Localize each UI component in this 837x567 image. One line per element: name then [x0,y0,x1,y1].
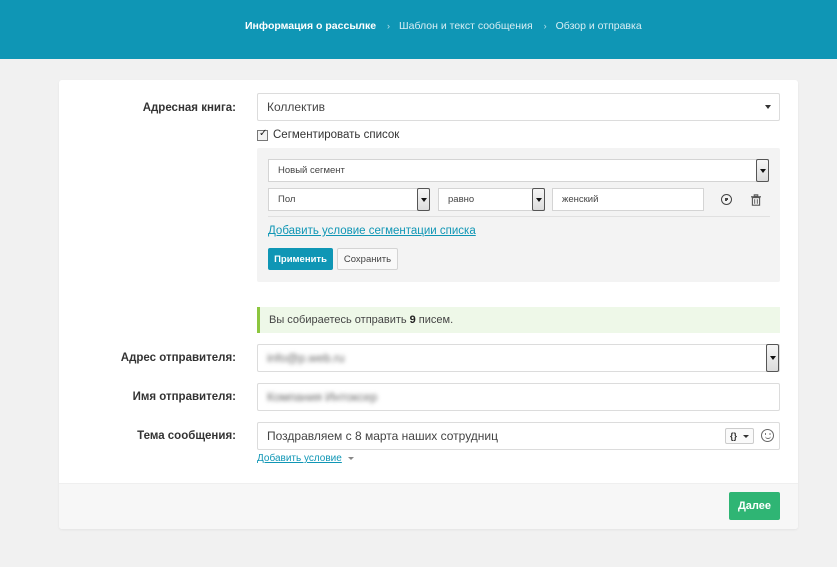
sender-address-label: Адрес отправителя: [120,352,236,364]
field-select[interactable]: Пол [268,188,430,211]
chevron-right-icon: › [387,21,391,31]
step-review-send[interactable]: Обзор и отправка [556,20,642,32]
subject-label: Тема сообщения: [137,430,236,442]
segment-list-label: Сегментировать список [273,129,400,141]
sender-name-input[interactable]: Компания Интоксер [257,383,780,411]
address-book-value: Коллектив [267,100,326,114]
next-button[interactable]: Далее [729,492,780,520]
segmentation-panel: Новый сегмент Пол равно женский Добавить… [257,148,780,282]
caret-down-icon[interactable] [766,344,779,372]
sender-address-value: info@p.web.ru [267,351,345,365]
field-select-value: Пол [278,194,296,205]
segment-divider [268,216,770,217]
sender-address-select[interactable]: info@p.web.ru [257,344,780,372]
top-bar: Информация о рассылке › Шаблон и текст с… [0,0,837,59]
recipients-count: 9 [409,314,416,326]
recipients-notice: Вы собираетесь отправить 9 писем. [257,307,780,333]
checkbox-icon[interactable] [257,128,268,141]
caret-down-icon [347,457,354,460]
subject-input[interactable]: Поздравляем с 8 марта наших сотрудниц {} [257,422,780,450]
segment-select-value: Новый сегмент [278,165,345,176]
operator-select[interactable]: равно [438,188,545,211]
notice-prefix: Вы собираетесь отправить [269,314,407,326]
segment-value-input[interactable]: женский [552,188,704,211]
add-condition-label: Добавить условие [257,453,342,464]
segment-list-toggle[interactable]: Сегментировать список [257,128,400,141]
caret-down-icon[interactable] [532,188,545,211]
step-mailing-info[interactable]: Информация о рассылке [245,20,376,32]
save-button[interactable]: Сохранить [337,248,398,270]
subject-value: Поздравляем с 8 марта наших сотрудниц [267,429,499,443]
caret-down-icon [743,435,749,438]
add-segment-condition-link[interactable]: Добавить условие сегментации списка [268,225,476,237]
apply-button[interactable]: Применить [268,248,333,270]
caret-down-icon [765,105,771,109]
notice-suffix: писем. [418,314,454,326]
add-condition-link[interactable]: Добавить условие [257,453,354,464]
plus-circle-icon[interactable] [721,194,732,205]
segment-select[interactable]: Новый сегмент [268,159,769,182]
wizard-steps: Информация о рассылке › Шаблон и текст с… [245,20,642,32]
variables-button[interactable]: {} [725,428,754,444]
variables-icon: {} [730,431,738,441]
operator-select-value: равно [448,194,475,205]
sender-name-label: Имя отправителя: [132,391,236,403]
caret-down-icon[interactable] [417,188,430,211]
step-template-text[interactable]: Шаблон и текст сообщения [399,20,533,32]
address-book-select[interactable]: Коллектив [257,93,780,121]
card-footer [59,483,798,529]
trash-icon[interactable] [750,194,762,206]
smile-icon[interactable] [761,429,774,442]
segment-value-text: женский [562,194,599,205]
sender-name-value: Компания Интоксер [267,390,378,404]
mailing-form-card: Адресная книга: Коллектив Сегментировать… [59,80,798,529]
address-book-label: Адресная книга: [142,102,236,114]
chevron-right-icon: › [543,21,547,31]
caret-down-icon[interactable] [756,159,769,182]
